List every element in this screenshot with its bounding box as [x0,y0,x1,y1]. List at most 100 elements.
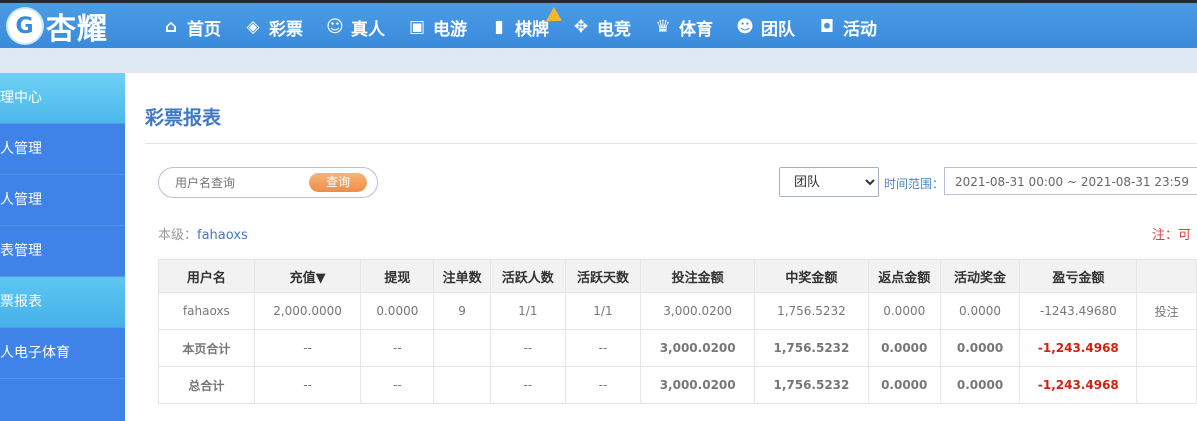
time-range-value: 2021-08-31 00:00 ~ 2021-08-31 23:59 [955,175,1189,189]
scope-select[interactable]: 团队 [779,167,879,197]
col-header-active-users: 活跃人数 [489,259,566,293]
slot-icon: ▣ [408,17,426,37]
nav-item-label: 团队 [761,19,795,40]
sidebar-item-esports[interactable]: 人电子体育 [0,328,125,379]
sidebar: 理中心 人管理 人管理 表管理 票报表 人电子体育 [0,73,125,421]
cell-bet-link[interactable]: 投注 [1136,292,1197,330]
col-header-active-days: 活跃天数 [564,259,642,293]
nav-item-team[interactable]: ☻ 团队 [724,6,806,48]
search-box: 查询 [158,167,378,198]
table-row-page-total: 本页合计 -- -- -- -- 3,000.0200 1,756.5232 0… [158,329,1197,367]
col-header-bet-count: 注单数 [433,259,491,293]
nav-item-cards[interactable]: ▮ 棋牌 [478,6,562,48]
cell-deposit: -- [253,366,362,404]
time-range-input[interactable]: 2021-08-31 00:00 ~ 2021-08-31 23:59 [944,167,1197,195]
cell-active-days: 1/1 [564,292,642,330]
cell-bet-amount: 3,000.0200 [640,329,756,367]
cell-row-label: 总合计 [158,366,255,404]
col-header-username: 用户名 [158,259,255,293]
page-title: 彩票报表 [145,107,222,129]
cell-bet-count: 9 [433,292,491,330]
nav-item-label: 棋牌 [515,19,549,40]
cell-bet-amount: 3,000.0200 [640,366,756,404]
cell-withdraw: -- [360,366,435,404]
nav-item-slots[interactable]: ▣ 电游 [396,6,478,48]
gamepad-icon: ✥ [573,17,589,37]
table-header-row: 用户名 充值▼ 提现 注单数 活跃人数 活跃天数 投注金额 中奖金额 返点金额 … [158,259,1197,293]
cell-bet-amount: 3,000.0200 [640,292,756,330]
nav-item-label: 真人 [351,19,385,40]
nav-item-label: 首页 [187,19,221,40]
time-range-label: 时间范围： [884,177,945,191]
cell-win-amount: 1,756.5232 [754,329,869,367]
nav-item-events[interactable]: ◘ 活动 [806,6,888,48]
nav-item-label: 彩票 [269,19,303,40]
nav-item-home[interactable]: ⌂ 首页 [150,6,232,48]
brand-logo[interactable]: G 杏耀 [8,6,108,47]
lottery-icon: ◈ [246,17,260,37]
cell-win-amount: 1,756.5232 [754,292,869,330]
table-row: fahaoxs 2,000.0000 0.0000 9 1/1 1/1 3,00… [158,292,1197,330]
col-header-rebate: 返点金额 [867,259,941,293]
cell-username-link[interactable]: fahaoxs [158,292,255,330]
nav-item-sports[interactable]: ♛ 体育 [642,6,724,48]
col-header-bonus: 活动奖金 [939,259,1021,293]
cell-deposit: -- [253,329,362,367]
nav-item-label: 体育 [679,19,713,40]
note-text: 注：可 [1151,228,1191,243]
cell-bonus: 0.0000 [939,366,1021,404]
cell-actions [1136,329,1197,367]
nav-item-label: 电竞 [597,19,631,40]
level-user: fahaoxs [197,228,248,243]
gift-icon: ◘ [819,17,835,37]
col-header-bet-amount: 投注金额 [640,259,756,293]
main-nav: ⌂ 首页 ◈ 彩票 ☺ 真人 ▣ 电游 ▮ 棋牌 ✥ 电竞 ♛ 体育 ☻ 团队 … [150,6,888,48]
cell-active-users: 1/1 [489,292,566,330]
col-header-deposit-sort[interactable]: 充值▼ [253,259,362,293]
search-input[interactable] [173,172,307,194]
cell-active-days: -- [564,366,642,404]
cell-profit-loss: -1243.49680 [1019,292,1138,330]
table-row-grand-total: 总合计 -- -- -- -- 3,000.0200 1,756.5232 0.… [158,366,1197,404]
cell-withdraw: -- [360,329,435,367]
cell-withdraw: 0.0000 [360,292,435,330]
level-prefix: 本级： [158,228,198,243]
nav-item-esports[interactable]: ✥ 电竞 [560,6,642,48]
cards-icon: ▮ [494,17,504,37]
home-icon: ⌂ [164,17,178,37]
sidebar-item-lottery-report[interactable]: 票报表 [0,277,125,328]
sidebar-item-center[interactable]: 理中心 [0,73,125,124]
level-label: 本级：fahaoxs [158,224,248,243]
cell-bet-count [433,329,491,367]
cell-profit-loss: -1,243.4968 [1019,366,1138,404]
report-table: 用户名 充值▼ 提现 注单数 活跃人数 活跃天数 投注金额 中奖金额 返点金额 … [158,259,1197,404]
team-icon: ☻ [736,17,754,37]
col-header-actions [1136,259,1197,293]
cell-active-users: -- [489,329,566,367]
cell-rebate: 0.0000 [867,329,941,367]
sidebar-item-member[interactable]: 人管理 [0,175,125,226]
col-header-withdraw: 提现 [360,259,435,293]
col-header-profit-loss: 盈亏金额 [1019,259,1138,293]
cell-rebate: 0.0000 [867,366,941,404]
cell-profit-loss: -1,243.4968 [1019,329,1138,367]
brand-mark-icon: G [8,9,42,43]
cell-active-days: -- [564,329,642,367]
user-icon: ☺ [326,17,344,37]
nav-item-label: 活动 [843,19,877,40]
sidebar-item-report-manage[interactable]: 表管理 [0,226,125,277]
cell-row-label: 本页合计 [158,329,255,367]
cell-active-users: -- [489,366,566,404]
search-button[interactable]: 查询 [309,173,367,192]
brand-name: 杏耀 [46,12,108,47]
cell-deposit: 2,000.0000 [253,292,362,330]
nav-item-label: 电游 [433,19,467,40]
nav-item-lottery[interactable]: ◈ 彩票 [232,6,314,48]
cell-bonus: 0.0000 [939,329,1021,367]
cell-actions [1136,366,1197,404]
nav-item-live[interactable]: ☺ 真人 [314,6,396,48]
corner-partner-logo [1105,9,1197,51]
cell-rebate: 0.0000 [867,292,941,330]
sidebar-item-personal[interactable]: 人管理 [0,124,125,175]
col-header-win-amount: 中奖金额 [754,259,869,293]
